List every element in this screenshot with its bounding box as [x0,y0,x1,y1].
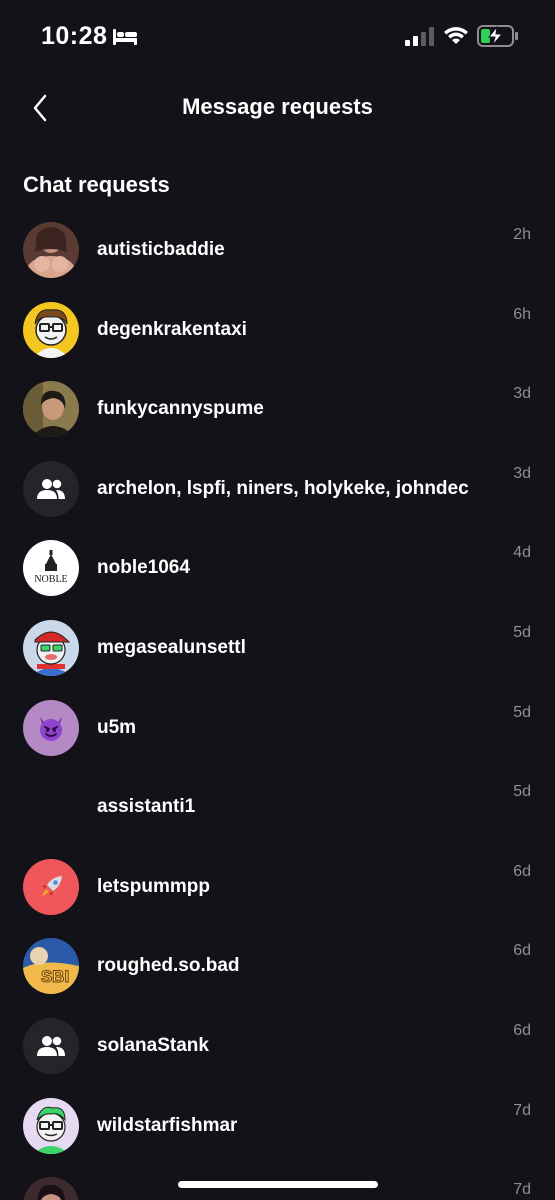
request-time: 6d [513,1021,531,1039]
request-username: assistanti1 [97,796,196,818]
group-icon [37,478,65,499]
request-time: 5d [513,783,531,801]
request-username: funkycannyspume [97,398,264,420]
rocket-icon [41,875,62,897]
sleep-bed-icon [112,27,138,52]
noble-logo-avatar: NOBLE [23,540,79,597]
section-title: Chat requests [23,172,170,197]
navigation-bar: Message requests [0,78,555,138]
request-time: 6d [513,862,531,880]
request-username: autisticbaddie [97,239,225,260]
svg-text:SBI: SBI [41,967,69,986]
chat-request-row[interactable]: archelon, lspfi, niners, holykeke, johnd… [0,449,555,529]
battery-charging-icon [477,25,519,52]
group-chat-avatar [23,460,79,517]
user-avatar [23,1097,79,1154]
chat-request-row[interactable]: autisticbaddie 2h [0,210,555,290]
chat-request-row[interactable]: funkycannyspume 3d [0,369,555,449]
chat-request-row[interactable]: NOBLE noble1064 4d [0,528,555,608]
svg-text:NOBLE: NOBLE [34,574,67,585]
user-avatar [23,1177,79,1200]
request-time: 4d [513,544,531,562]
request-username: letspummpp [97,875,210,897]
group-icon [37,1035,65,1056]
home-indicator[interactable] [178,1181,378,1188]
rocket-emoji-avatar [23,858,79,915]
request-username: roughed.so.bad [97,955,240,977]
request-time: 6h [513,305,531,323]
wifi-icon [443,25,469,50]
request-time: 5d [513,703,531,721]
chat-request-row[interactable]: letspummpp 6d [0,847,555,927]
status-time: 10:28 [41,22,108,50]
chat-request-row[interactable]: megasealunsettl 5d [0,608,555,688]
cellular-signal-icon [405,27,435,51]
chat-request-row[interactable]: solanaStank 6d [0,1006,555,1086]
request-time: 5d [513,623,531,641]
chat-request-row[interactable]: degenkrakentaxi 6h [0,290,555,370]
sbi-logo-avatar: SBI [23,938,79,995]
user-avatar [23,381,79,438]
request-time: 2h [513,226,531,243]
devil-emoji-icon [40,716,62,741]
status-bar: 10:28 [0,0,555,70]
request-username: megasealunsettl [97,636,246,658]
page-title: Message requests [182,94,373,119]
request-time: 7d [513,1101,531,1119]
request-username: degenkrakentaxi [97,318,247,340]
user-avatar [23,222,79,278]
request-username: u5m [97,716,137,738]
chat-request-row[interactable]: SBI roughed.so.bad 6d [0,926,555,1006]
request-username: wildstarfishmar [97,1114,238,1136]
request-username: noble1064 [97,557,190,579]
request-time: 7d [513,1181,531,1199]
request-time: 3d [513,464,531,482]
request-username: solanaStank [97,1034,209,1056]
user-avatar [23,619,79,676]
group-chat-avatar [23,1017,79,1074]
chat-request-row[interactable]: assistanti1 5d [0,767,555,847]
chat-request-row[interactable]: u5m 5d [0,688,555,768]
request-time: 3d [513,385,531,403]
chat-request-list: autisticbaddie 2h degenkrakentaxi 6h fun… [0,210,555,1200]
request-username: archelon, lspfi, niners, holykeke, johnd… [97,477,469,499]
user-avatar [23,301,79,358]
request-time: 6d [513,942,531,960]
devil-emoji-avatar [23,699,79,756]
chat-request-row[interactable]: wildstarfishmar 7d [0,1086,555,1166]
